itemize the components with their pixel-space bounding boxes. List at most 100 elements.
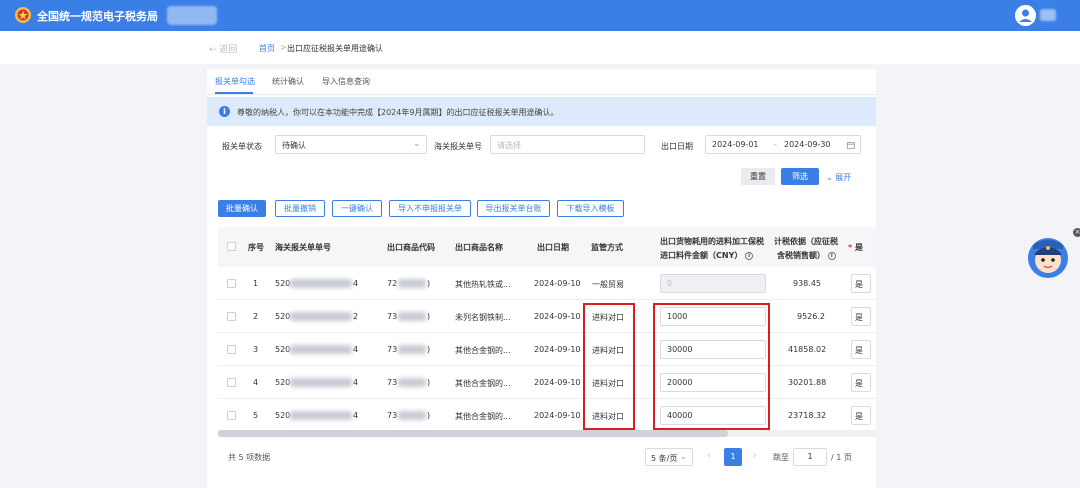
batch-revoke-button[interactable]: 批量撤销 xyxy=(275,200,325,217)
next-page-icon[interactable]: › xyxy=(753,451,757,461)
yes-select[interactable]: 是 xyxy=(851,373,871,392)
info-icon[interactable]: i xyxy=(745,251,754,260)
user-avatar-icon[interactable] xyxy=(1015,5,1036,26)
tax-basis: 41858.02 xyxy=(788,345,827,354)
chevron-down-icon: ⌄ xyxy=(413,139,420,148)
horizontal-scrollbar[interactable] xyxy=(218,430,876,437)
status-label: 报关单状态 xyxy=(222,142,262,151)
download-template-button[interactable]: 下载导入模板 xyxy=(557,200,624,217)
header-export-date: 出口日期 xyxy=(537,243,569,252)
goods-code-suffix: ) xyxy=(427,345,431,354)
yes-select[interactable]: 是 xyxy=(851,307,871,326)
customs-no-redacted xyxy=(290,378,352,387)
tax-basis: 30201.88 xyxy=(788,378,827,387)
highlight-supervision-column xyxy=(583,303,635,430)
chevron-down-icon: ⌄ xyxy=(826,173,836,182)
export-ledger-button[interactable]: 导出报关单台账 xyxy=(477,200,550,217)
table-row: 3 520 4 73 ) 其他合金钢的... 2024-09-10 进料对口 3… xyxy=(218,333,876,366)
customs-no-suffix: 2 xyxy=(353,312,359,321)
total-count: 共 5 项数据 xyxy=(228,453,271,462)
row-checkbox[interactable] xyxy=(227,411,236,420)
import-no-declare-button[interactable]: 导入不申报报关单 xyxy=(389,200,471,217)
table-row: 4 520 4 73 ) 其他合金钢的... 2024-09-10 进料对口 2… xyxy=(218,366,876,399)
row-checkbox[interactable] xyxy=(227,378,236,387)
reset-button[interactable]: 重置 xyxy=(741,168,775,185)
goods-code-suffix: ) xyxy=(427,312,431,321)
row-index: 3 xyxy=(253,345,259,354)
row-checkbox[interactable] xyxy=(227,312,236,321)
required-marker: * xyxy=(848,243,855,252)
customs-no-suffix: 4 xyxy=(353,378,359,387)
table-row: 1 520 4 72 ) 其他热轧铁或... 2024-09-10 一般贸易 0… xyxy=(218,267,876,300)
customs-no-suffix: 4 xyxy=(353,411,359,420)
row-checkbox[interactable] xyxy=(227,345,236,354)
page-1-button[interactable]: 1 xyxy=(724,448,742,466)
back-link[interactable]: ← 返回 xyxy=(209,42,237,55)
table-row: 5 520 4 73 ) 其他合金钢的... 2024-09-10 进料对口 4… xyxy=(218,399,876,432)
status-select[interactable]: 待确认 ⌄ xyxy=(275,135,427,154)
breadcrumb-home[interactable]: 首页 xyxy=(259,43,275,54)
yes-select[interactable]: 是 xyxy=(851,274,871,293)
main-panel: 报关单勾选 统计确认 导入信息查询 i 尊敬的纳税人，你可以在本功能中完成【20… xyxy=(207,69,876,488)
customs-table: 序号 海关报关单单号 出口商品代码 出口商品名称 出口日期 监管方式 出口货物耗… xyxy=(218,227,876,439)
total-pages: / 1 页 xyxy=(831,453,852,462)
scrollbar-thumb[interactable] xyxy=(218,430,728,437)
yes-select[interactable]: 是 xyxy=(851,406,871,425)
jump-page-input[interactable]: 1 xyxy=(793,448,827,466)
chevron-down-icon: ⌄ xyxy=(680,452,687,461)
customs-no-prefix: 520 xyxy=(275,345,291,354)
customs-no-prefix: 520 xyxy=(275,312,291,321)
customs-no-prefix: 520 xyxy=(275,378,291,387)
customs-no-placeholder: 请选择 xyxy=(497,141,521,150)
customs-no-redacted xyxy=(290,345,352,354)
tab-statistics-confirm[interactable]: 统计确认 xyxy=(272,76,304,87)
user-name-redacted[interactable] xyxy=(1040,9,1056,21)
customs-no-suffix: 4 xyxy=(353,279,359,288)
goods-code-suffix: ) xyxy=(427,378,431,387)
customs-no-prefix: 520 xyxy=(275,411,291,420)
export-date: 2024-09-10 xyxy=(534,411,581,420)
filter-button[interactable]: 筛选 xyxy=(781,168,819,185)
header-tax-basis-line2: 含税销售额） i xyxy=(777,250,836,261)
calendar-icon xyxy=(847,142,855,149)
header-customs-no: 海关报关单单号 xyxy=(275,243,331,252)
assistant-mascot-icon[interactable] xyxy=(1024,233,1072,279)
customs-no-input[interactable]: 请选择 xyxy=(490,135,645,154)
select-all-checkbox[interactable] xyxy=(227,242,236,251)
top-bar: 全国统一规范电子税务局 xyxy=(0,0,1080,31)
yes-select[interactable]: 是 xyxy=(851,340,871,359)
tab-import-query[interactable]: 导入信息查询 xyxy=(322,76,370,87)
expand-label: 展开 xyxy=(835,173,852,182)
tab-customs-selection[interactable]: 报关单勾选 xyxy=(215,76,255,87)
info-icon[interactable]: i xyxy=(827,251,836,260)
taxpayer-name-redacted xyxy=(167,6,217,25)
close-icon[interactable]: × xyxy=(1073,228,1080,237)
page-size-select[interactable]: 5 条/页 ⌄ xyxy=(645,448,693,466)
tax-basis: 9526.2 xyxy=(797,312,825,321)
tax-basis: 23718.32 xyxy=(788,411,827,420)
batch-confirm-button[interactable]: 批量确认 xyxy=(218,200,266,217)
header-supervision: 监管方式 xyxy=(591,243,623,252)
page-size-value: 5 条/页 xyxy=(651,454,678,463)
header-goods-code: 出口商品代码 xyxy=(387,243,435,252)
table-row: 2 520 2 73 ) 未列名钢铁制... 2024-09-10 进料对口 1… xyxy=(218,300,876,333)
notice-banner: i 尊敬的纳税人，你可以在本功能中完成【2024年9月属期】的出口应征税报关单用… xyxy=(207,97,876,126)
goods-code-redacted xyxy=(398,279,426,288)
highlight-bonded-amount-column xyxy=(653,303,770,430)
export-date: 2024-09-10 xyxy=(534,378,581,387)
header-bonded-line2: 进口料件金额（CNY） i xyxy=(660,250,754,261)
bonded-amount-input: 0 xyxy=(660,274,766,293)
goods-name: 其他热轧铁或... xyxy=(455,280,511,289)
date-range-picker[interactable]: 2024-09-01 - 2024-09-30 xyxy=(705,135,861,154)
goods-code-prefix: 73 xyxy=(387,378,398,387)
one-click-confirm-button[interactable]: 一键确认 xyxy=(332,200,382,217)
prev-page-icon[interactable]: ‹ xyxy=(707,451,711,461)
goods-code-redacted xyxy=(398,378,426,387)
tax-basis: 938.45 xyxy=(793,279,821,288)
row-index: 1 xyxy=(253,279,259,288)
expand-link[interactable]: ⌄ 展开 xyxy=(826,172,851,183)
row-index: 4 xyxy=(253,378,259,387)
row-checkbox[interactable] xyxy=(227,279,236,288)
tab-divider xyxy=(207,94,876,95)
customs-no-redacted xyxy=(290,411,352,420)
